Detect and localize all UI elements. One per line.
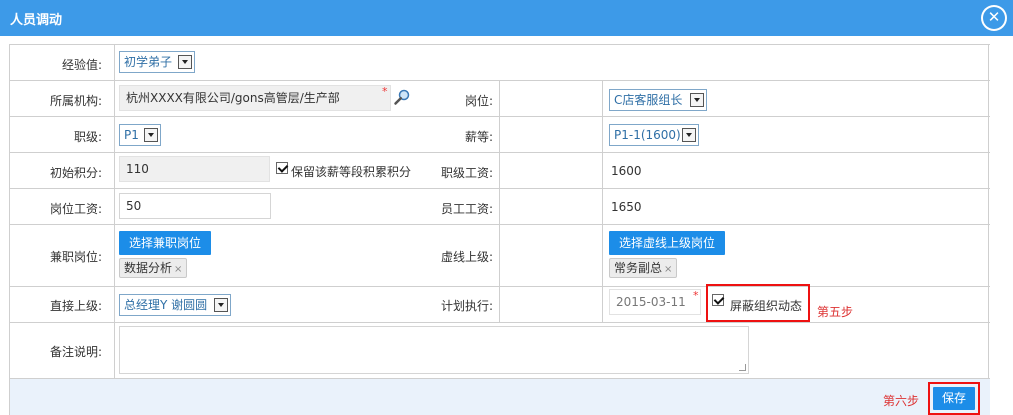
required-mark: * <box>382 85 388 98</box>
position-salary-value: 50 <box>126 199 142 213</box>
remarks-label: 备注说明: <box>49 345 102 359</box>
chevron-down-icon[interactable] <box>682 128 696 142</box>
employee-salary-value: 1650 <box>611 200 642 214</box>
form-panel: 经验值: 初学弟子 所属机构: 杭州XXXX有限公司/gons高管层/生产部 *… <box>9 44 990 415</box>
position-salary-input[interactable]: 50 <box>119 193 271 219</box>
dotted-line-superior-tag: 常务副总 × <box>609 258 677 278</box>
step-five-note: 第五步 <box>817 305 854 319</box>
org-label: 所属机构: <box>49 94 102 108</box>
chevron-down-icon[interactable] <box>178 55 192 69</box>
employee-salary-label: 员工工资: <box>440 202 493 216</box>
position-label: 岗位: <box>464 94 493 108</box>
rank-salary-value: 1600 <box>611 164 642 178</box>
column-divider <box>499 80 500 322</box>
part-time-position-tag: 数据分析 × <box>119 258 187 278</box>
select-dotted-line-superior-button[interactable]: 选择虚线上级岗位 <box>609 231 725 255</box>
dotted-line-superior-label: 虚线上级: <box>440 250 493 264</box>
row-divider <box>10 188 990 189</box>
column-divider <box>602 80 603 322</box>
step-six-note: 第六步 <box>883 394 920 408</box>
rank-salary-label: 职级工资: <box>440 166 493 180</box>
org-field[interactable]: 杭州XXXX有限公司/gons高管层/生产部 <box>119 85 391 111</box>
remarks-textarea[interactable] <box>119 326 749 374</box>
row-divider <box>10 224 990 225</box>
required-mark: * <box>693 289 699 302</box>
pay-grade-select[interactable]: P1-1(1600) <box>609 124 699 146</box>
direct-superior-select[interactable]: 总经理Y 谢圆圆 <box>119 294 231 316</box>
row-divider <box>10 322 990 323</box>
plan-execution-label: 计划执行: <box>440 299 493 313</box>
pay-grade-label: 薪等: <box>464 130 493 144</box>
initial-points-field[interactable]: 110 <box>119 156 270 182</box>
keep-points-checkbox[interactable] <box>276 162 288 174</box>
rank-label: 职级: <box>73 130 102 144</box>
initial-points-value: 110 <box>126 162 149 176</box>
row-divider <box>10 286 990 287</box>
remove-tag-icon[interactable]: × <box>174 264 182 275</box>
row-divider <box>10 116 990 117</box>
select-part-time-position-button[interactable]: 选择兼职岗位 <box>119 231 211 255</box>
rank-select[interactable]: P1 <box>119 124 161 146</box>
row-divider <box>10 80 990 81</box>
initial-points-label: 初始积分: <box>49 166 102 180</box>
resize-handle-icon[interactable] <box>739 364 746 371</box>
mask-org-dynamics-checkbox[interactable] <box>712 294 724 306</box>
direct-superior-value: 总经理Y 谢圆圆 <box>124 298 208 312</box>
experience-label: 经验值: <box>61 58 102 72</box>
plan-execution-date-input[interactable]: 2015-03-11 <box>609 289 701 315</box>
part-time-position-label: 兼职岗位: <box>49 250 102 264</box>
form-footer: 第六步 保存 <box>10 378 990 415</box>
org-value: 杭州XXXX有限公司/gons高管层/生产部 <box>126 91 340 105</box>
plan-execution-value: 2015-03-11 <box>616 295 686 309</box>
window-titlebar: 人员调动 ✕ <box>0 0 1013 36</box>
close-button[interactable]: ✕ <box>981 5 1007 31</box>
rank-value: P1 <box>124 128 139 142</box>
save-button[interactable]: 保存 <box>933 387 975 410</box>
position-value: C店客服组长 <box>614 93 683 107</box>
position-salary-label: 岗位工资: <box>49 202 102 216</box>
direct-superior-label: 直接上级: <box>49 299 102 313</box>
column-divider <box>114 44 115 378</box>
window-title: 人员调动 <box>10 13 63 28</box>
tag-label: 数据分析 <box>124 261 173 275</box>
experience-value: 初学弟子 <box>124 55 173 69</box>
mask-org-dynamics-label: 屏蔽组织动态 <box>730 299 803 313</box>
tag-label: 常务副总 <box>614 261 663 275</box>
position-select[interactable]: C店客服组长 <box>609 89 707 111</box>
remove-tag-icon[interactable]: × <box>664 264 672 275</box>
chevron-down-icon[interactable] <box>214 298 228 312</box>
row-divider <box>10 152 990 153</box>
row-divider <box>10 44 990 45</box>
pay-grade-value: P1-1(1600) <box>614 128 681 142</box>
chevron-down-icon[interactable] <box>144 128 158 142</box>
experience-select[interactable]: 初学弟子 <box>119 51 195 73</box>
chevron-down-icon[interactable] <box>690 93 704 107</box>
close-icon[interactable]: ✕ <box>983 7 1005 29</box>
